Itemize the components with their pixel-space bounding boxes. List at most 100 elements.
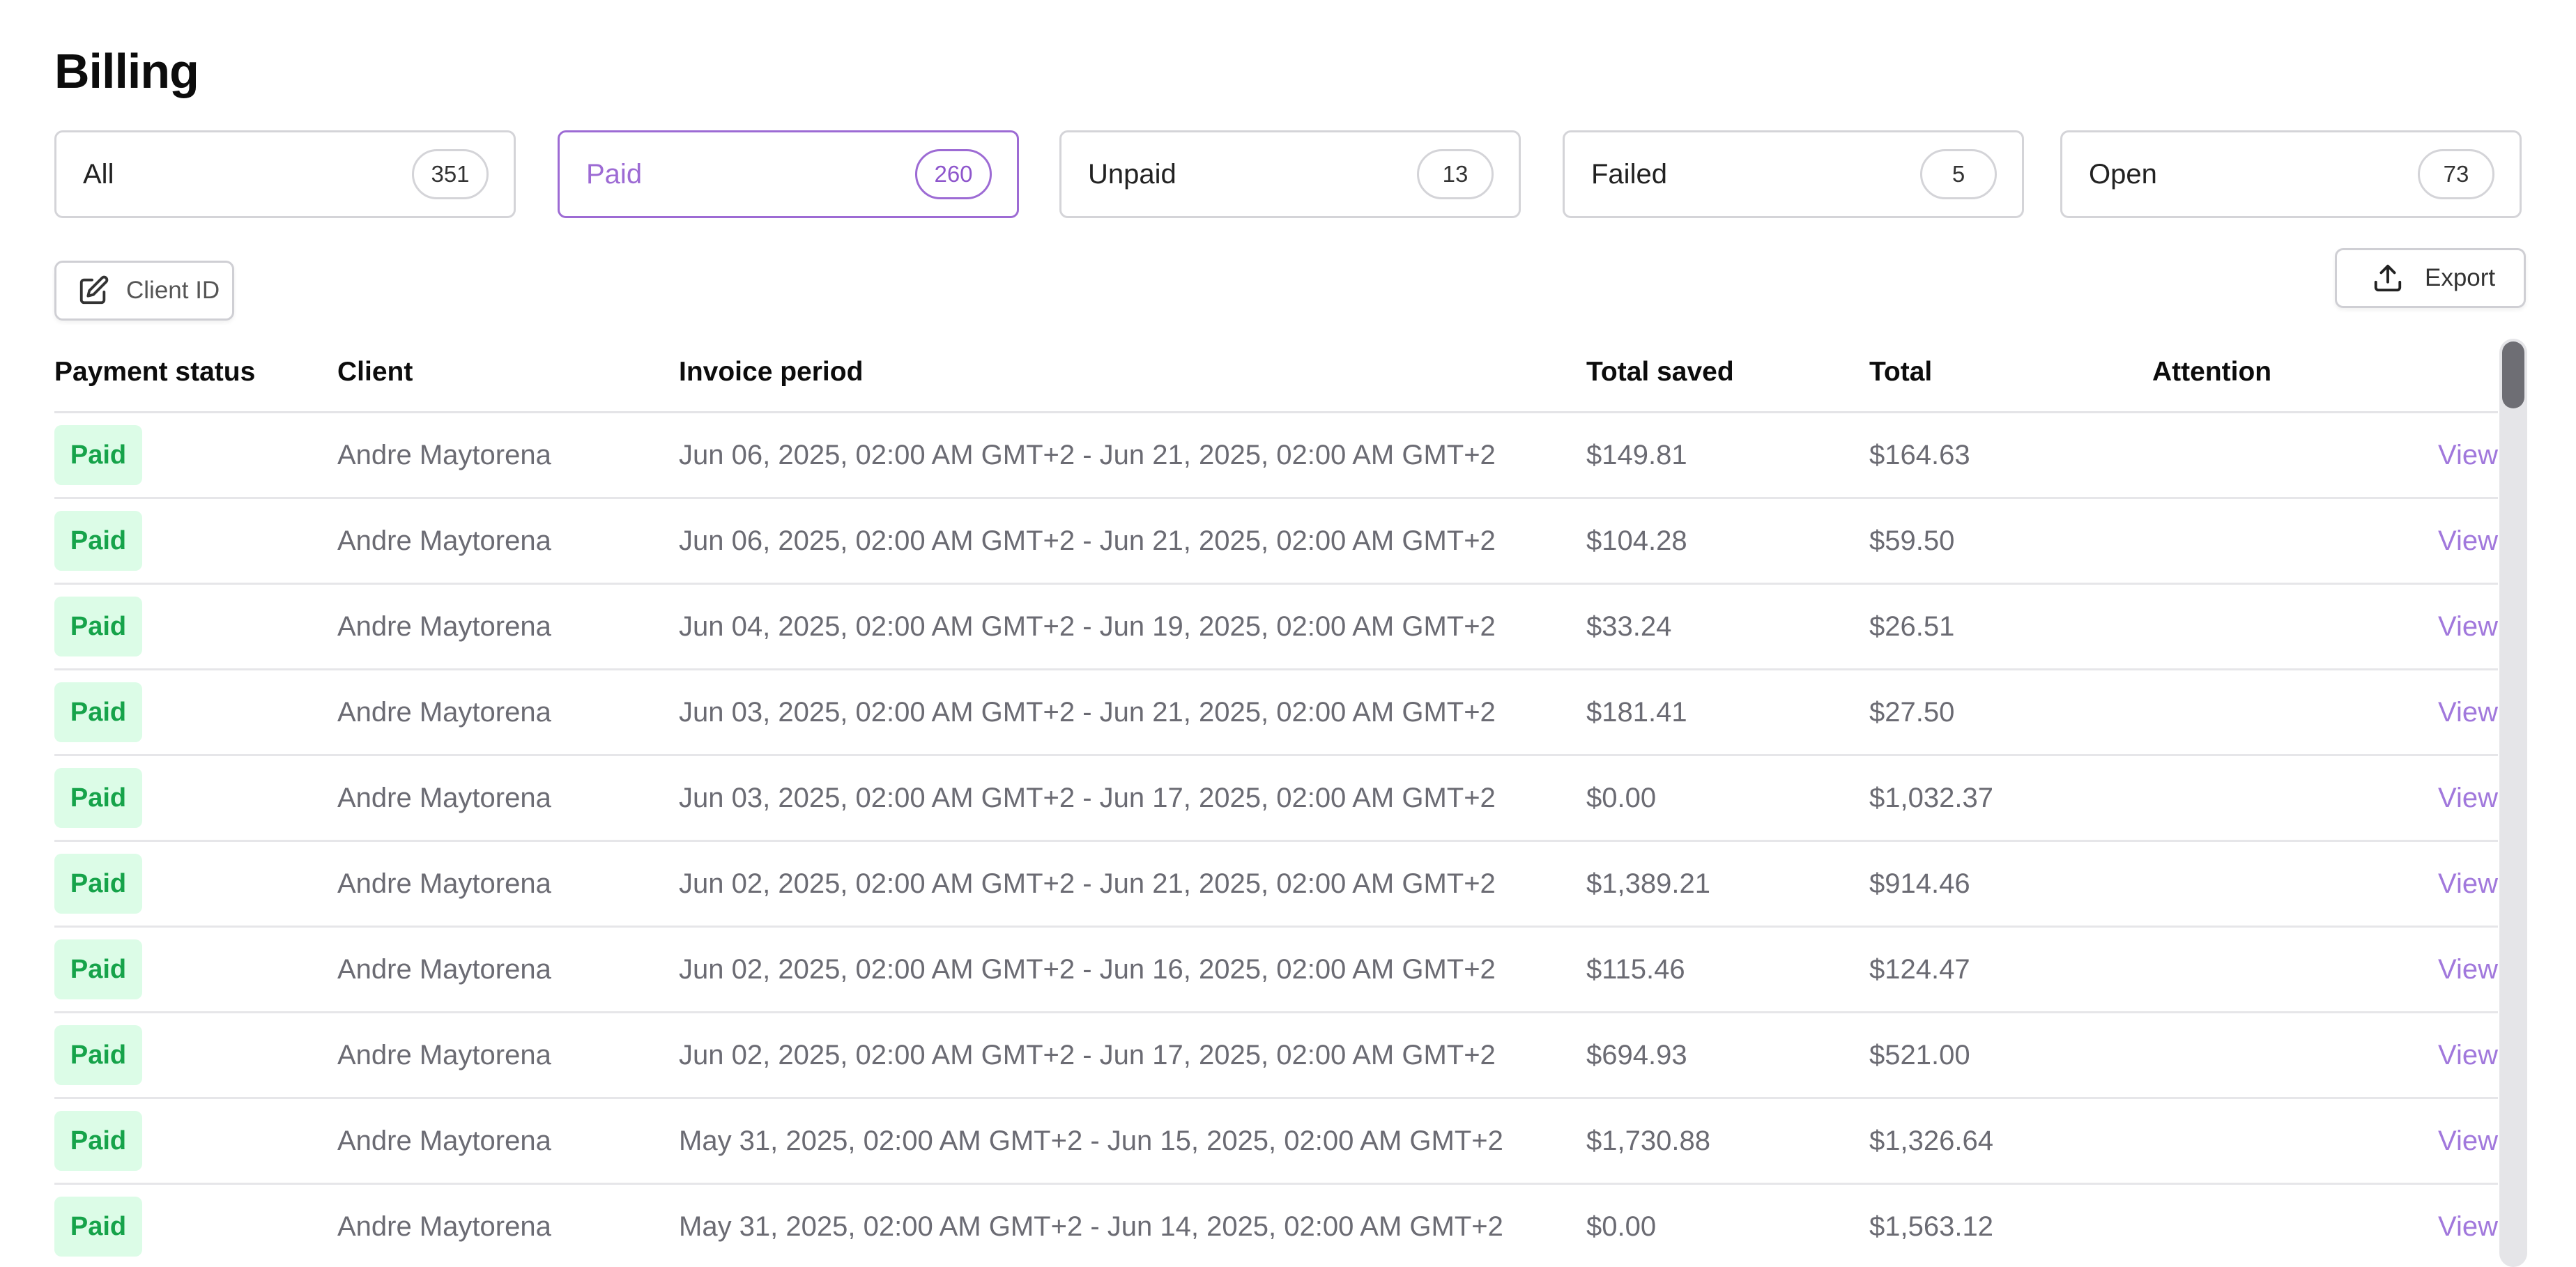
table-row[interactable]: Paid Andre Maytorena May 31, 2025, 02:00… (54, 1183, 2498, 1267)
tab-open[interactable]: Open 73 (2060, 130, 2522, 218)
upload-icon (2372, 262, 2404, 294)
invoice-period-cell: Jun 04, 2025, 02:00 AM GMT+2 - Jun 19, 2… (679, 583, 1586, 670)
tab-label: Unpaid (1088, 158, 1176, 190)
attention-cell (2152, 1098, 2435, 1185)
status-badge: Paid (54, 425, 142, 485)
attention-cell (2152, 583, 2435, 670)
client-cell: Andre Maytorena (337, 669, 679, 756)
total-saved-cell: $0.00 (1586, 1183, 1869, 1267)
tab-label: Failed (1591, 158, 1667, 190)
client-cell: Andre Maytorena (337, 926, 679, 1013)
status-badge: Paid (54, 1111, 142, 1171)
attention-cell (2152, 840, 2435, 928)
total-saved-cell: $181.41 (1586, 669, 1869, 756)
view-link[interactable]: View (2435, 926, 2498, 1013)
total-saved-cell: $1,389.21 (1586, 840, 1869, 928)
payment-status-cell: Paid (54, 926, 337, 1013)
header-client[interactable]: Client (337, 333, 679, 413)
client-id-button[interactable]: Client ID (54, 261, 234, 321)
payment-status-cell: Paid (54, 1012, 337, 1099)
table-row[interactable]: Paid Andre Maytorena Jun 06, 2025, 02:00… (54, 498, 2498, 585)
view-link[interactable]: View (2435, 583, 2498, 670)
total-cell: $914.46 (1869, 840, 2152, 928)
tab-label: All (83, 158, 114, 190)
attention-cell (2152, 755, 2435, 842)
total-cell: $521.00 (1869, 1012, 2152, 1099)
attention-cell (2152, 669, 2435, 756)
total-cell: $27.50 (1869, 669, 2152, 756)
client-cell: Andre Maytorena (337, 1183, 679, 1267)
table-row[interactable]: Paid Andre Maytorena Jun 02, 2025, 02:00… (54, 926, 2498, 1013)
total-cell: $26.51 (1869, 583, 2152, 670)
total-saved-cell: $149.81 (1586, 412, 1869, 499)
attention-cell (2152, 926, 2435, 1013)
tab-all[interactable]: All 351 (54, 130, 516, 218)
total-cell: $59.50 (1869, 498, 2152, 585)
header-invoice-period[interactable]: Invoice period (679, 333, 1586, 413)
billing-page: Billing All 351 Paid 260 Unpaid 13 Faile… (0, 0, 2576, 1267)
header-total-saved[interactable]: Total saved (1586, 333, 1869, 413)
page-title: Billing (54, 44, 199, 98)
view-link[interactable]: View (2435, 840, 2498, 928)
client-cell: Andre Maytorena (337, 840, 679, 928)
payment-status-cell: Paid (54, 583, 337, 670)
billing-table-container: Payment status Client Invoice period Tot… (54, 333, 2501, 1267)
table-row[interactable]: Paid Andre Maytorena Jun 02, 2025, 02:00… (54, 1012, 2498, 1099)
view-link[interactable]: View (2435, 1183, 2498, 1267)
tab-count-badge: 73 (2418, 149, 2494, 199)
total-cell: $1,563.12 (1869, 1183, 2152, 1267)
status-badge: Paid (54, 768, 142, 828)
client-cell: Andre Maytorena (337, 583, 679, 670)
invoice-period-cell: Jun 06, 2025, 02:00 AM GMT+2 - Jun 21, 2… (679, 498, 1586, 585)
total-saved-cell: $115.46 (1586, 926, 1869, 1013)
export-label: Export (2425, 264, 2496, 291)
tab-count-badge: 13 (1417, 149, 1494, 199)
view-link[interactable]: View (2435, 669, 2498, 756)
payment-status-cell: Paid (54, 755, 337, 842)
table-row[interactable]: Paid Andre Maytorena Jun 03, 2025, 02:00… (54, 755, 2498, 842)
table-row[interactable]: Paid Andre Maytorena Jun 02, 2025, 02:00… (54, 840, 2498, 928)
payment-status-cell: Paid (54, 669, 337, 756)
header-payment-status[interactable]: Payment status (54, 333, 337, 413)
attention-cell (2152, 1012, 2435, 1099)
invoice-period-cell: May 31, 2025, 02:00 AM GMT+2 - Jun 14, 2… (679, 1183, 1586, 1267)
view-link[interactable]: View (2435, 1012, 2498, 1099)
table-row[interactable]: Paid Andre Maytorena Jun 06, 2025, 02:00… (54, 412, 2498, 499)
status-badge: Paid (54, 1025, 142, 1085)
tab-label: Open (2089, 158, 2157, 190)
export-button[interactable]: Export (2335, 248, 2526, 308)
tab-failed[interactable]: Failed 5 (1563, 130, 2024, 218)
client-cell: Andre Maytorena (337, 498, 679, 585)
tab-paid[interactable]: Paid 260 (558, 130, 1019, 218)
table-header-row: Payment status Client Invoice period Tot… (54, 333, 2498, 413)
table-scrollbar[interactable] (2499, 339, 2527, 1267)
client-cell: Andre Maytorena (337, 755, 679, 842)
view-link[interactable]: View (2435, 755, 2498, 842)
client-cell: Andre Maytorena (337, 412, 679, 499)
table-row[interactable]: Paid Andre Maytorena May 31, 2025, 02:00… (54, 1098, 2498, 1185)
table-row[interactable]: Paid Andre Maytorena Jun 04, 2025, 02:00… (54, 583, 2498, 670)
edit-icon (77, 275, 109, 307)
attention-cell (2152, 412, 2435, 499)
tab-count-badge: 5 (1920, 149, 1997, 199)
table-scrollbar-thumb[interactable] (2502, 341, 2524, 408)
status-badge: Paid (54, 854, 142, 914)
view-link[interactable]: View (2435, 498, 2498, 585)
status-badge: Paid (54, 511, 142, 571)
total-saved-cell: $694.93 (1586, 1012, 1869, 1099)
total-cell: $124.47 (1869, 926, 2152, 1013)
header-total[interactable]: Total (1869, 333, 2152, 413)
tab-unpaid[interactable]: Unpaid 13 (1059, 130, 1521, 218)
view-link[interactable]: View (2435, 412, 2498, 499)
payment-status-cell: Paid (54, 498, 337, 585)
client-cell: Andre Maytorena (337, 1012, 679, 1099)
tab-count-badge: 351 (412, 149, 489, 199)
attention-cell (2152, 1183, 2435, 1267)
view-link[interactable]: View (2435, 1098, 2498, 1185)
header-attention[interactable]: Attention (2152, 333, 2435, 413)
total-cell: $1,326.64 (1869, 1098, 2152, 1185)
table-row[interactable]: Paid Andre Maytorena Jun 03, 2025, 02:00… (54, 669, 2498, 756)
payment-status-cell: Paid (54, 1098, 337, 1185)
total-saved-cell: $1,730.88 (1586, 1098, 1869, 1185)
invoice-period-cell: Jun 06, 2025, 02:00 AM GMT+2 - Jun 21, 2… (679, 412, 1586, 499)
